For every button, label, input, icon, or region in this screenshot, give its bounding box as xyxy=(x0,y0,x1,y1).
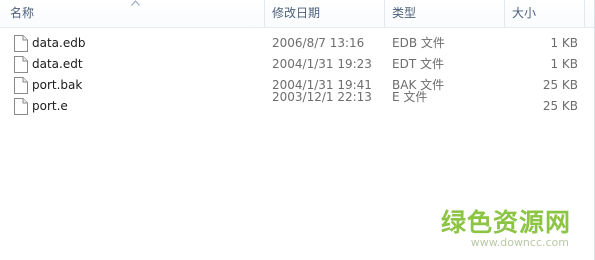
file-row[interactable]: data.edt 2004/1/31 19:23 EDT 文件 1 KB xyxy=(6,54,584,75)
file-size: 25 KB xyxy=(542,99,578,113)
file-icon xyxy=(14,56,28,73)
file-name: data.edb xyxy=(32,36,86,50)
file-name: data.edt xyxy=(32,57,83,71)
file-icon xyxy=(14,98,28,115)
row-overlay-mask xyxy=(266,96,496,104)
file-type: EDT 文件 xyxy=(392,57,444,71)
column-divider[interactable] xyxy=(264,0,265,27)
watermark-url: www.downcc.com xyxy=(470,236,569,249)
column-divider[interactable] xyxy=(584,0,585,27)
column-header-type[interactable]: 类型 xyxy=(386,0,504,27)
file-icon xyxy=(14,77,28,94)
column-header-size[interactable]: 大小 xyxy=(506,0,584,27)
column-divider[interactable] xyxy=(504,0,505,27)
column-header-bar: 名称 修改日期 类型 大小 xyxy=(0,0,595,28)
watermark-title: 绿色资源网 xyxy=(440,208,571,237)
column-header-size-label: 大小 xyxy=(512,6,537,20)
file-size: 1 KB xyxy=(550,36,578,50)
column-header-type-label: 类型 xyxy=(392,6,417,20)
file-name: port.bak xyxy=(32,78,83,92)
file-explorer-view: 名称 修改日期 类型 大小 data.edb 2006/8/7 13:16 ED… xyxy=(0,0,595,260)
file-size: 25 KB xyxy=(542,78,578,92)
sort-ascending-icon xyxy=(131,0,140,6)
row-overlay-mask xyxy=(266,104,506,118)
column-header-date-label: 修改日期 xyxy=(272,6,321,20)
file-row[interactable]: data.edb 2006/8/7 13:16 EDB 文件 1 KB xyxy=(6,33,584,54)
file-modified-date: 2004/1/31 19:23 xyxy=(272,57,372,71)
column-header-name-label: 名称 xyxy=(10,6,35,20)
file-type: EDB 文件 xyxy=(392,36,445,50)
file-modified-date: 2006/8/7 13:16 xyxy=(272,36,365,50)
file-icon xyxy=(14,35,28,52)
file-size: 1 KB xyxy=(550,57,578,71)
column-divider[interactable] xyxy=(384,0,385,27)
column-header-date[interactable]: 修改日期 xyxy=(266,0,384,27)
file-name: port.e xyxy=(32,99,68,113)
